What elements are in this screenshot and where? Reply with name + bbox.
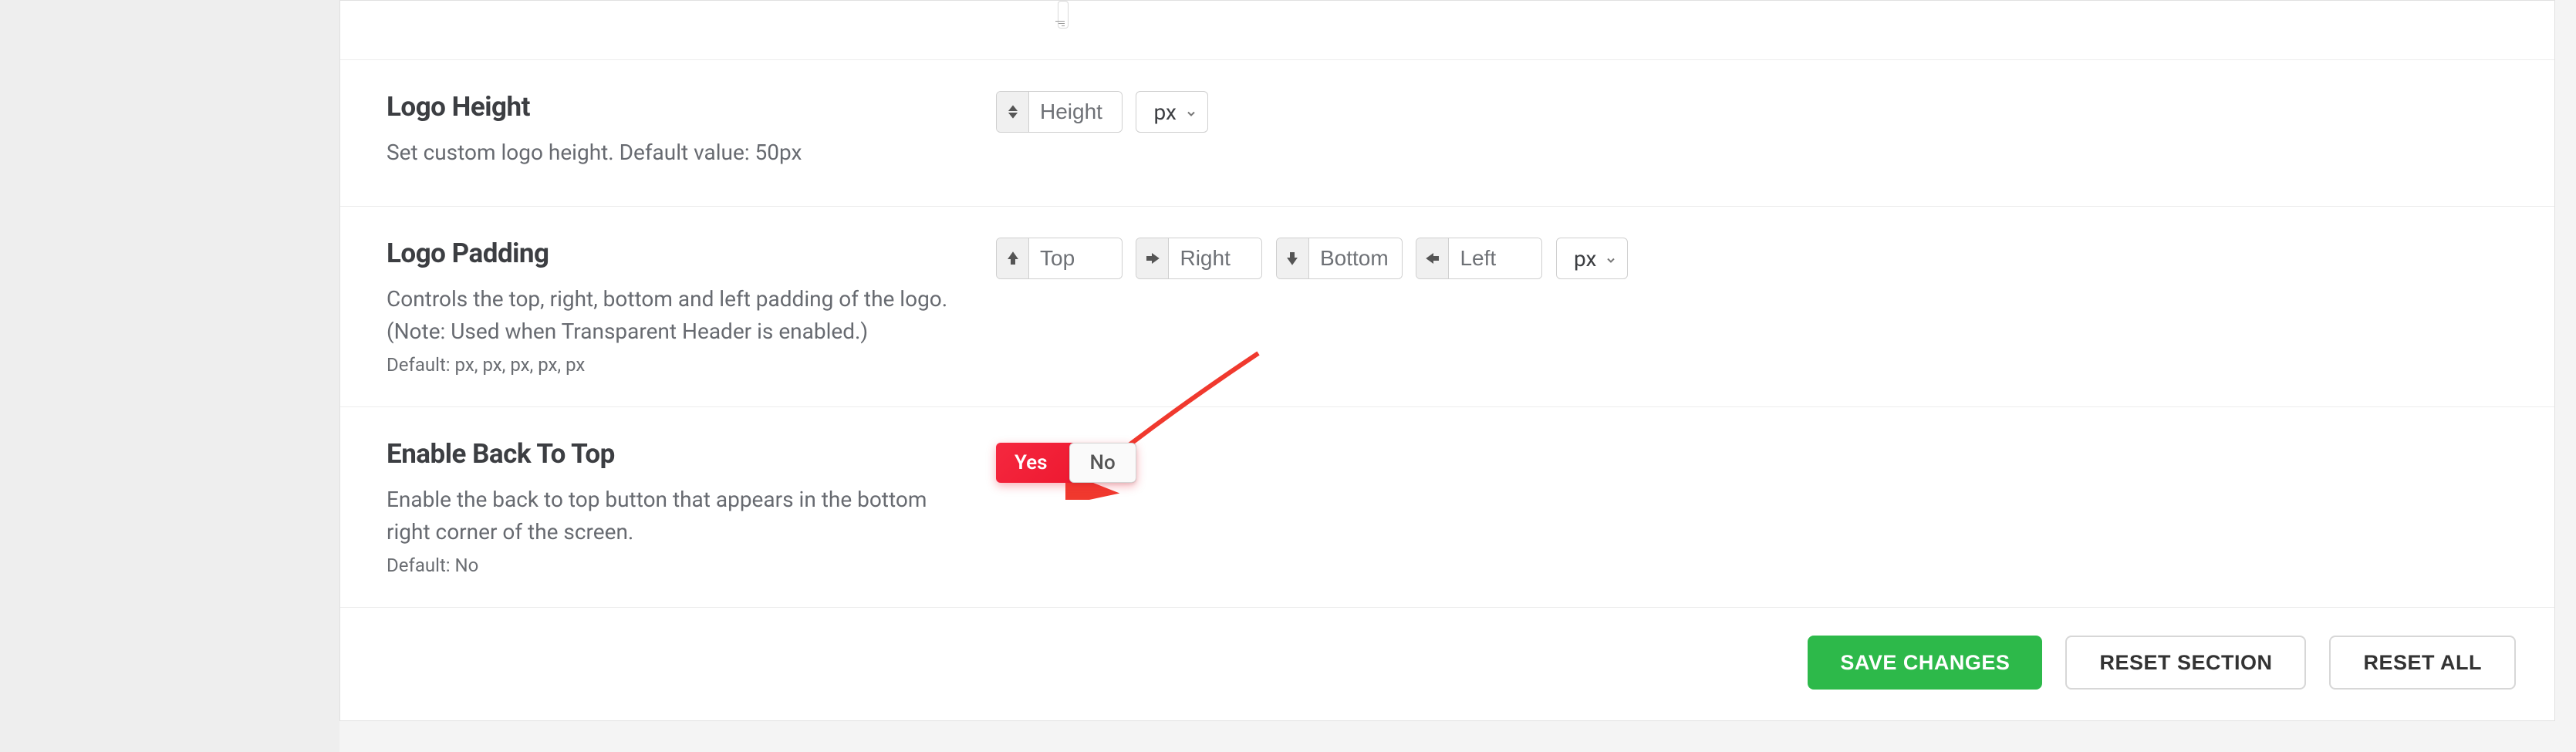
label-col: Logo Height Set custom logo height. Defa… xyxy=(340,91,996,175)
unit-value: px xyxy=(1153,99,1176,125)
label-col: Logo Padding Controls the top, right, bo… xyxy=(340,238,996,376)
padding-right-input[interactable] xyxy=(1169,238,1261,278)
label-col: Enable Back To Top Enable the back to to… xyxy=(340,438,996,576)
padding-top-group xyxy=(996,238,1123,279)
toggle-no-button[interactable]: No xyxy=(1069,443,1136,483)
arrow-up-icon xyxy=(997,238,1029,278)
height-input-group xyxy=(996,91,1123,133)
back-to-top-toggle: Yes No xyxy=(996,443,1136,483)
padding-left-group xyxy=(1416,238,1542,279)
setting-desc: Set custom logo height. Default value: 5… xyxy=(387,137,950,169)
setting-row-back-to-top: Enable Back To Top Enable the back to to… xyxy=(340,407,2554,608)
updown-icon xyxy=(997,92,1029,132)
control-col: Yes No xyxy=(996,438,2554,576)
code-editor[interactable] xyxy=(1058,1,1069,29)
reset-section-button[interactable]: RESET SECTION xyxy=(2065,636,2306,690)
setting-title: Logo Padding xyxy=(387,238,950,269)
chevron-down-icon xyxy=(1186,99,1197,125)
left-sidebar xyxy=(0,0,339,752)
control-col: px xyxy=(996,238,2554,376)
height-input[interactable] xyxy=(1029,92,1122,132)
resize-handle-icon[interactable] xyxy=(1051,12,1065,26)
setting-default: Default: No xyxy=(387,555,950,576)
setting-row-logo-padding: Logo Padding Controls the top, right, bo… xyxy=(340,207,2554,407)
height-unit-select[interactable]: px xyxy=(1136,91,1207,133)
unit-value: px xyxy=(1574,246,1596,271)
setting-title: Logo Height xyxy=(387,91,950,123)
arrow-down-icon xyxy=(1277,238,1309,278)
setting-title: Enable Back To Top xyxy=(387,438,950,470)
settings-page: Logo Height Set custom logo height. Defa… xyxy=(0,0,2576,752)
code-editor-row xyxy=(340,1,2554,60)
control-col: px xyxy=(996,91,2554,175)
toggle-yes-button[interactable]: Yes xyxy=(996,443,1069,483)
settings-footer: SAVE CHANGES RESET SECTION RESET ALL xyxy=(340,608,2554,720)
arrow-right-icon xyxy=(1136,238,1169,278)
arrow-left-icon xyxy=(1416,238,1449,278)
padding-unit-select[interactable]: px xyxy=(1556,238,1628,279)
setting-default: Default: px, px, px, px, px xyxy=(387,354,950,376)
chevron-down-icon xyxy=(1605,246,1616,271)
padding-left-input[interactable] xyxy=(1449,238,1541,278)
reset-all-button[interactable]: RESET ALL xyxy=(2329,636,2516,690)
setting-desc: Controls the top, right, bottom and left… xyxy=(387,283,950,348)
save-changes-button[interactable]: SAVE CHANGES xyxy=(1808,636,2042,690)
setting-row-logo-height: Logo Height Set custom logo height. Defa… xyxy=(340,60,2554,207)
setting-desc: Enable the back to top button that appea… xyxy=(387,484,950,548)
padding-right-group xyxy=(1136,238,1262,279)
padding-bottom-input[interactable] xyxy=(1309,238,1402,278)
padding-top-input[interactable] xyxy=(1029,238,1122,278)
padding-bottom-group xyxy=(1276,238,1403,279)
settings-panel: Logo Height Set custom logo height. Defa… xyxy=(339,0,2555,721)
